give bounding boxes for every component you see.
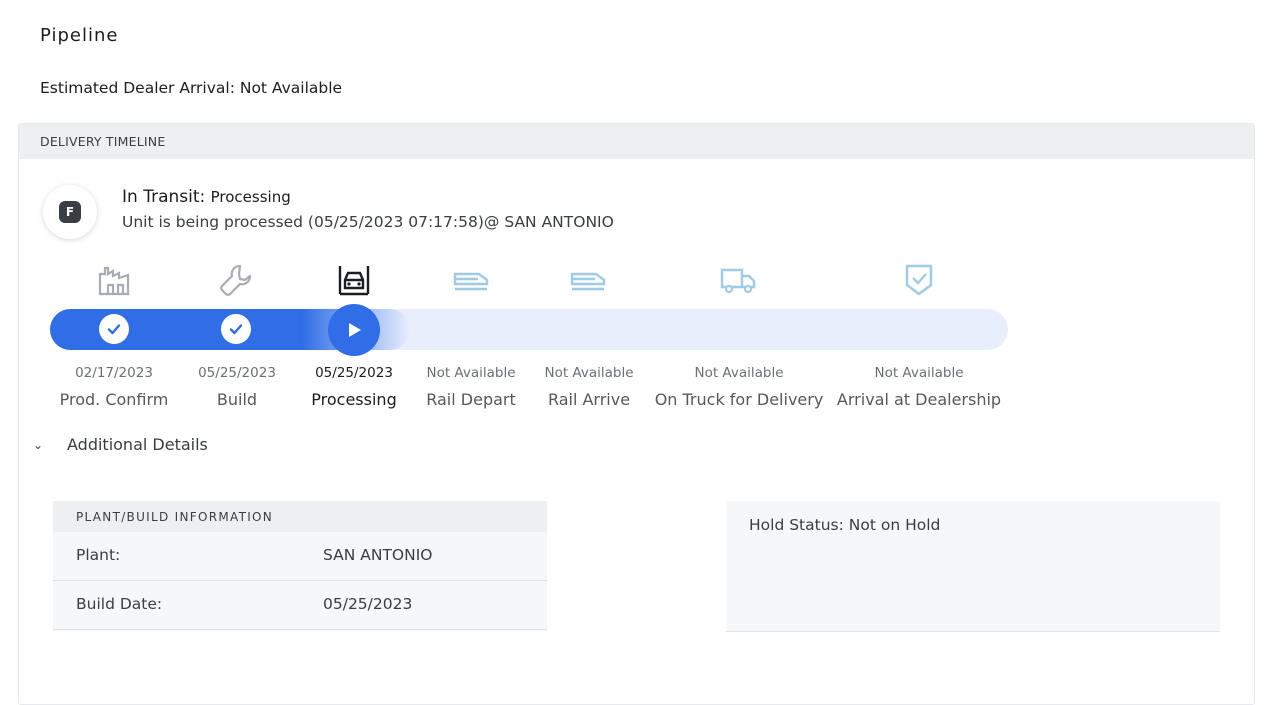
rail-car-icon — [568, 262, 608, 298]
chevron-down-icon: ⌄ — [33, 437, 44, 452]
hold-status-card: Hold Status: Not on Hold — [726, 501, 1220, 632]
additional-details-toggle[interactable]: ⌄ Additional Details — [33, 435, 208, 454]
step-complete-node — [221, 314, 251, 344]
table-row: Plant: SAN ANTONIO — [53, 532, 547, 581]
status-description: Unit is being processed (05/25/2023 07:1… — [122, 213, 614, 231]
delivery-timeline-panel: DELIVERY TIMELINE F In Transit: Processi… — [18, 123, 1255, 705]
progress-track — [50, 309, 1008, 350]
build-date-value: 05/25/2023 — [323, 595, 413, 613]
status-title: In Transit: Processing — [122, 187, 291, 207]
check-icon — [229, 324, 243, 335]
delivery-timeline-header: DELIVERY TIMELINE — [19, 124, 1254, 159]
status-avatar: F — [43, 185, 97, 239]
check-icon — [107, 324, 121, 335]
step-date: Not Available — [694, 365, 784, 381]
wrench-icon — [216, 262, 256, 298]
plant-build-header: PLANT/BUILD INFORMATION — [53, 501, 547, 532]
brand-badge-icon: F — [59, 201, 81, 223]
hold-status-text: Hold Status: Not on Hold — [749, 516, 941, 534]
status-title-label: In Transit: — [122, 187, 206, 207]
factory-icon — [94, 262, 134, 298]
build-date-key: Build Date: — [76, 595, 163, 613]
table-row: Build Date: 05/25/2023 — [53, 581, 547, 630]
step-label: Arrival at Dealership — [836, 390, 1002, 409]
plant-value: SAN ANTONIO — [323, 546, 433, 564]
step-label: On Truck for Delivery — [654, 390, 824, 409]
plant-key: Plant: — [76, 546, 121, 564]
rail-car-icon — [451, 262, 491, 298]
truck-icon — [718, 262, 758, 298]
estimated-dealer-arrival: Estimated Dealer Arrival: Not Available — [40, 79, 343, 97]
step-date: Not Available — [874, 365, 964, 381]
status-subtitle: Processing — [210, 188, 291, 206]
shield-check-icon — [899, 262, 939, 298]
additional-details-label: Additional Details — [67, 435, 208, 454]
play-icon — [349, 323, 361, 337]
step-current-node — [328, 304, 380, 356]
page-title: Pipeline — [40, 25, 119, 46]
plant-build-card: PLANT/BUILD INFORMATION Plant: SAN ANTON… — [53, 501, 547, 631]
vehicle-lift-icon — [334, 262, 374, 298]
step-complete-node — [99, 314, 129, 344]
